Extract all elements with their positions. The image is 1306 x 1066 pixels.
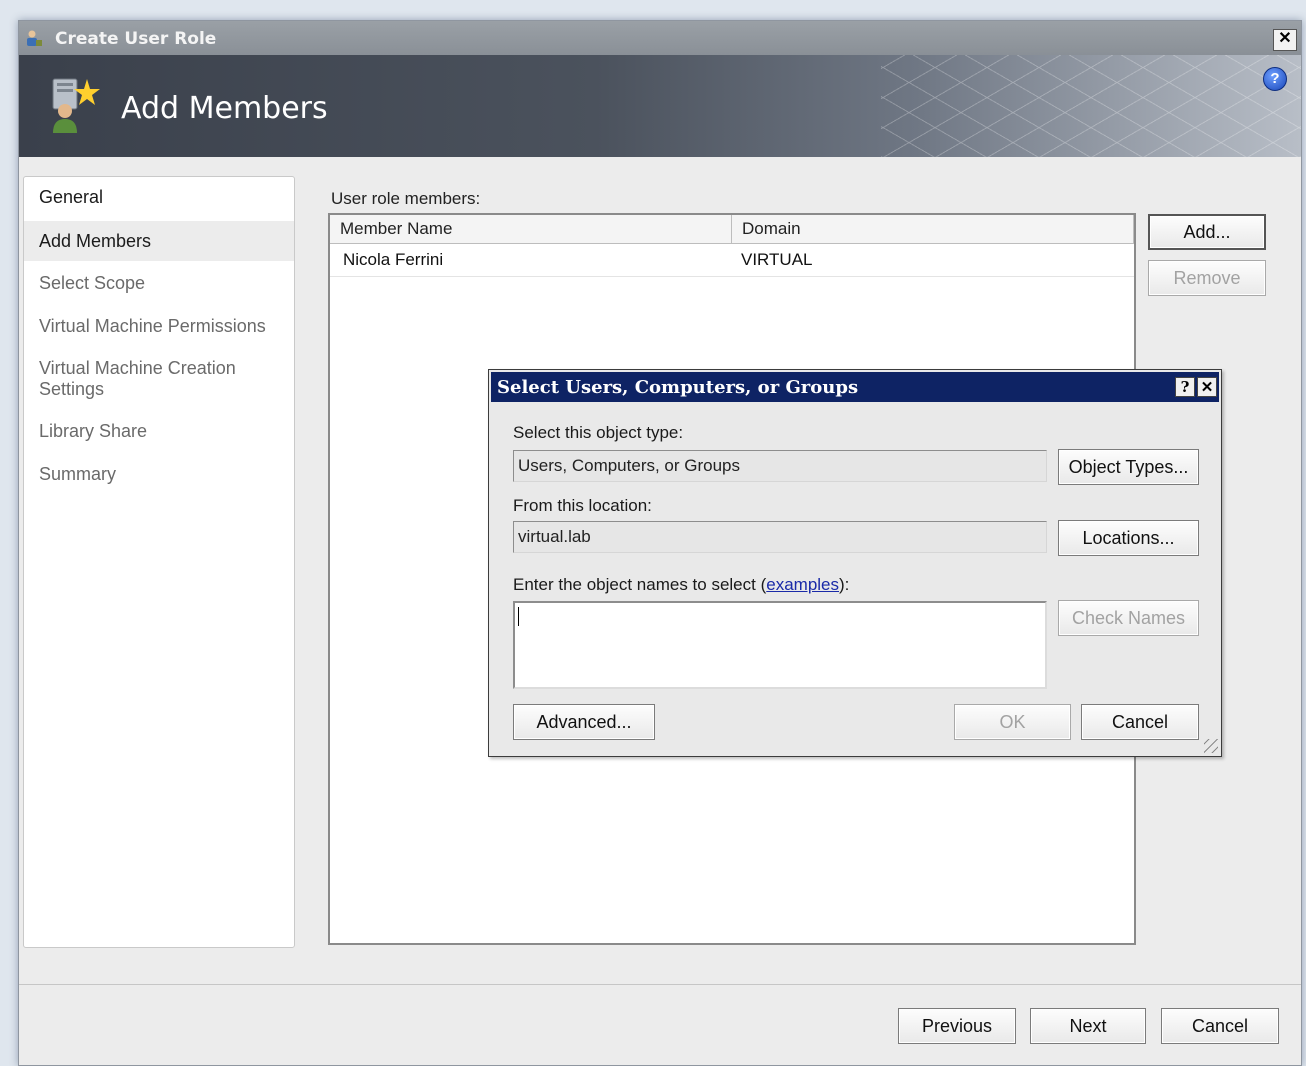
nav-item-general[interactable]: General	[24, 187, 294, 208]
previous-button[interactable]: Previous	[898, 1008, 1016, 1044]
nav-item-vm-creation-settings[interactable]: Virtual Machine Creation Settings	[24, 358, 254, 400]
column-member-name[interactable]: Member Name	[330, 215, 732, 243]
names-label: Enter the object names to select (exampl…	[513, 575, 849, 595]
dialog-title: Select Users, Computers, or Groups	[497, 377, 859, 398]
domain-cell: VIRTUAL	[741, 250, 813, 269]
wizard-header: Add Members ?	[19, 55, 1301, 157]
resize-grip-icon[interactable]	[1204, 739, 1218, 753]
object-type-field: Users, Computers, or Groups	[513, 450, 1047, 482]
add-members-icon	[52, 78, 100, 133]
nav-item-select-scope[interactable]: Select Scope	[24, 273, 294, 294]
cancel-button[interactable]: Cancel	[1161, 1008, 1279, 1044]
examples-link[interactable]: examples	[766, 575, 839, 594]
ok-button[interactable]: OK	[954, 704, 1071, 740]
select-users-dialog: Select Users, Computers, or Groups ? ✕ S…	[488, 369, 1222, 757]
object-types-button[interactable]: Object Types...	[1058, 449, 1199, 485]
table-row[interactable]: Nicola Ferrini VIRTUAL	[330, 244, 1134, 277]
close-icon[interactable]: ✕	[1273, 29, 1297, 51]
text-caret	[518, 607, 519, 626]
dialog-help-icon[interactable]: ?	[1175, 377, 1195, 397]
location-field: virtual.lab	[513, 521, 1047, 553]
member-name-cell: Nicola Ferrini	[343, 250, 444, 269]
check-names-button[interactable]: Check Names	[1058, 600, 1199, 636]
wizard-steps-nav: General Add Members Select Scope Virtual…	[23, 176, 295, 948]
column-domain[interactable]: Domain	[732, 215, 1134, 243]
list-header: Member Name Domain	[330, 215, 1134, 244]
page-title: Add Members	[121, 91, 328, 126]
dialog-titlebar[interactable]: Select Users, Computers, or Groups ? ✕	[491, 372, 1219, 402]
window-title: Create User Role	[55, 29, 217, 49]
names-label-text: Enter the object names to select	[513, 575, 756, 594]
header-decoration	[881, 55, 1301, 157]
location-label: From this location:	[513, 496, 652, 515]
advanced-button[interactable]: Advanced...	[513, 704, 655, 740]
footer-divider	[19, 984, 1301, 985]
object-names-input[interactable]	[513, 601, 1047, 689]
dialog-close-icon[interactable]: ✕	[1197, 377, 1217, 397]
nav-item-vm-permissions[interactable]: Virtual Machine Permissions	[24, 316, 294, 337]
add-button[interactable]: Add...	[1148, 214, 1266, 250]
user-role-icon	[27, 30, 42, 46]
names-label-close: ):	[839, 575, 850, 594]
nav-item-add-members[interactable]: Add Members	[24, 221, 294, 261]
window-titlebar[interactable]: Create User Role ✕	[19, 21, 1301, 55]
remove-button[interactable]: Remove	[1148, 260, 1266, 296]
object-type-label: Select this object type:	[513, 423, 684, 442]
locations-button[interactable]: Locations...	[1058, 520, 1199, 556]
nav-item-summary[interactable]: Summary	[24, 464, 294, 485]
help-icon[interactable]: ?	[1263, 67, 1287, 91]
next-button[interactable]: Next	[1030, 1008, 1146, 1044]
dialog-cancel-button[interactable]: Cancel	[1081, 704, 1199, 740]
names-label-open: (	[755, 575, 767, 594]
members-label: User role members:	[331, 189, 481, 208]
nav-item-library-share[interactable]: Library Share	[24, 421, 294, 442]
